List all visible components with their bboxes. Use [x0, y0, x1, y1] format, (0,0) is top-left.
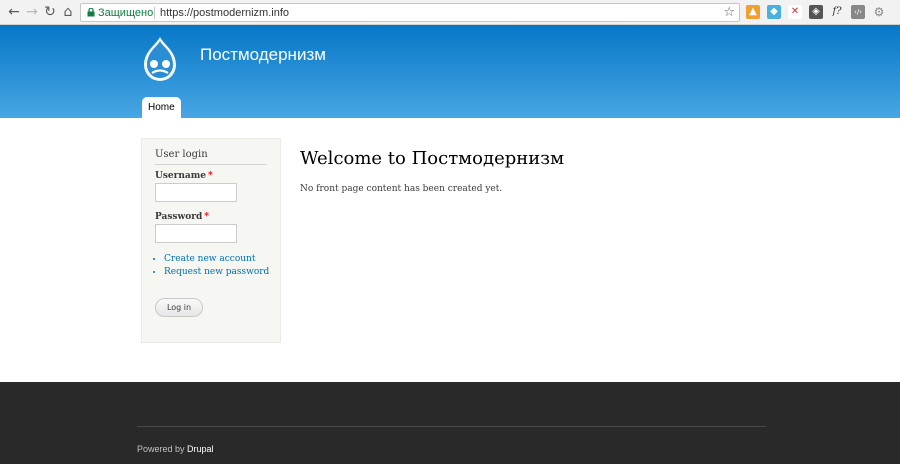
password-field[interactable] — [155, 224, 237, 243]
lock-icon — [87, 8, 95, 17]
omnibox-divider — [154, 7, 155, 19]
extension-1-icon[interactable]: ▲ — [746, 5, 760, 19]
front-page-message: No front page content has been created y… — [300, 184, 503, 194]
required-mark: * — [208, 171, 213, 181]
extension-3-icon[interactable]: ✕ — [788, 5, 802, 19]
home-icon[interactable]: ⌂ — [59, 3, 77, 21]
drupal-link[interactable]: Drupal — [187, 444, 214, 454]
username-label: Username * — [155, 171, 213, 181]
site-footer: Powered by Drupal — [0, 382, 900, 464]
extension-5-icon[interactable]: f? — [830, 5, 844, 19]
url-text[interactable]: https://postmodernizm.info — [160, 6, 289, 20]
powered-by: Powered by Drupal — [137, 444, 214, 454]
tab-home[interactable]: Home — [142, 97, 181, 118]
footer-divider — [137, 426, 766, 427]
user-login-block: User login Username* Password* Create ne… — [141, 138, 281, 343]
list-item: Create new account — [164, 254, 269, 264]
secure-label: Защищено — [98, 7, 154, 19]
site-header: Постмодернизм Home — [0, 25, 900, 118]
login-links: Create new account Request new password — [164, 254, 269, 280]
request-password-link[interactable]: Request new password — [164, 267, 269, 277]
login-button[interactable]: Log in — [155, 298, 203, 317]
site-name[interactable]: Постмодернизм — [200, 45, 326, 65]
back-icon[interactable]: ← — [5, 3, 23, 21]
page-title: Welcome to Постмодернизм — [300, 148, 565, 169]
password-label: Password * — [155, 212, 209, 222]
extension-6-icon[interactable]: ‹/› — [851, 5, 865, 19]
address-bar[interactable]: Защищено https://postmodernizm.info ☆ — [80, 3, 740, 22]
block-divider — [155, 164, 267, 165]
create-account-link[interactable]: Create new account — [164, 254, 255, 264]
block-title: User login — [155, 149, 208, 160]
extension-4-icon[interactable]: ◈ — [809, 5, 823, 19]
username-field[interactable] — [155, 183, 237, 202]
reload-icon[interactable]: ↻ — [41, 3, 59, 21]
drupal-logo-icon[interactable] — [138, 35, 182, 83]
list-item: Request new password — [164, 267, 269, 277]
bookmark-star-icon[interactable]: ☆ — [723, 4, 735, 21]
browser-toolbar: ← → ↻ ⌂ Защищено https://postmodernizm.i… — [0, 0, 900, 25]
forward-icon[interactable]: → — [23, 3, 41, 21]
settings-icon[interactable]: ⚙ — [872, 5, 886, 19]
extension-2-icon[interactable]: ◆ — [767, 5, 781, 19]
required-mark: * — [204, 212, 209, 222]
